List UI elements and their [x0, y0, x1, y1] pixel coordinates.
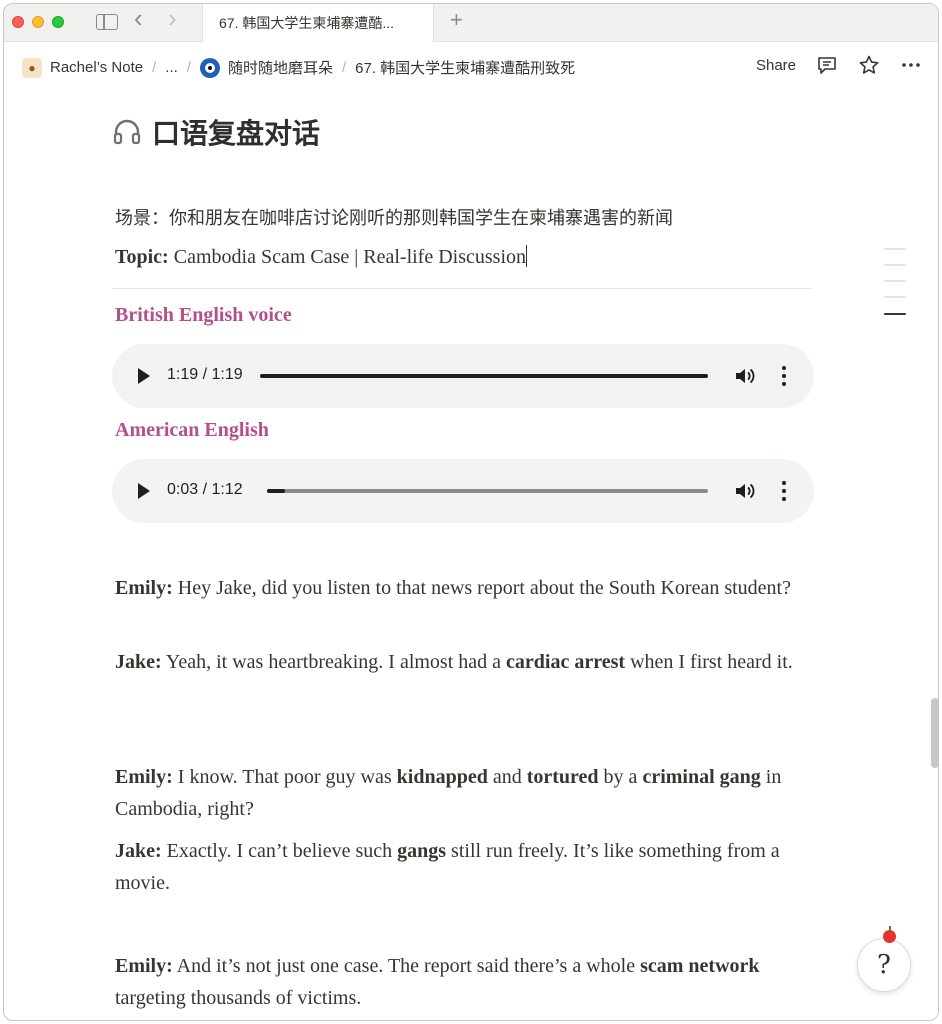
breadcrumb-label: Rachel’s Note: [50, 59, 144, 76]
american-voice-heading[interactable]: American English: [115, 419, 269, 442]
audio-progress-track[interactable]: [267, 489, 708, 493]
topic-text: Cambodia Scam Case | Real-life Discussio…: [168, 246, 526, 268]
page-title[interactable]: 口语复盘对话: [112, 112, 320, 152]
vocab-keyword: tortured: [526, 766, 599, 788]
volume-icon[interactable]: [734, 481, 758, 501]
breadcrumb-label: 随时随地磨耳朵: [227, 60, 333, 77]
speaker-name: Jake:: [115, 651, 162, 673]
vocab-keyword: criminal gang: [642, 766, 761, 788]
breadcrumb-item-current-page[interactable]: 67. 韩国大学生柬埔寨遭酷刑致死: [351, 57, 579, 78]
dialogue-text: Exactly. I can’t believe such: [161, 840, 398, 862]
toc-marker[interactable]: [884, 264, 906, 266]
british-voice-heading[interactable]: British English voice: [115, 304, 292, 327]
new-tab-plus-icon[interactable]: +: [450, 9, 463, 31]
breadcrumb-bar: ● Rachel’s Note / ... / 随时随地磨耳朵 / 67. 韩国…: [4, 42, 938, 92]
minimize-window-button[interactable]: [32, 16, 44, 28]
vocab-keyword: kidnapped: [396, 766, 488, 788]
toc-marker[interactable]: [884, 280, 906, 282]
workspace-avatar-icon: ●: [22, 57, 42, 78]
breadcrumb-item-listening[interactable]: 随时随地磨耳朵: [196, 57, 337, 78]
speaker-name: Emily:: [115, 577, 173, 599]
dialogue-text: And it’s not just one case. The report s…: [172, 955, 641, 977]
evil-eye-icon: [199, 57, 220, 78]
tab-bar: ‹ › 67. 韩国大学生柬埔寨遭酷... +: [4, 4, 938, 42]
scrollbar-thumb[interactable]: [931, 698, 938, 768]
page-actions: Share: [756, 54, 922, 76]
dialogue-line[interactable]: Emily: Hey Jake, did you listen to that …: [115, 572, 795, 604]
share-button[interactable]: Share: [756, 57, 796, 74]
comment-icon[interactable]: [816, 54, 838, 76]
audio-progress-fill: [267, 489, 285, 493]
help-button[interactable]: ?: [857, 938, 911, 992]
page-title-text: 口语复盘对话: [152, 117, 321, 150]
speaker-name: Emily:: [115, 955, 173, 977]
breadcrumb-separator: /: [341, 59, 347, 76]
vocab-keyword: cardiac arrest: [506, 651, 626, 673]
toc-marker-active[interactable]: [884, 313, 906, 315]
back-arrow-icon[interactable]: ‹: [134, 5, 143, 31]
audio-time: 1:19 / 1:19: [167, 366, 243, 383]
vocab-keyword: gangs: [397, 840, 447, 862]
audio-player-american[interactable]: 0:03 / 1:12: [112, 459, 814, 523]
speaker-name: Jake:: [115, 840, 162, 862]
sidebar-toggle-icon[interactable]: [96, 14, 118, 30]
volume-icon[interactable]: [734, 366, 758, 386]
star-icon[interactable]: [858, 54, 880, 76]
help-button-label: ?: [877, 950, 891, 980]
dialogue-text: targeting thousands of victims.: [115, 987, 362, 1009]
dialogue-line[interactable]: Emily: And it’s not just one case. The r…: [115, 950, 795, 1014]
dialogue-line[interactable]: Jake: Yeah, it was heartbreaking. I almo…: [115, 646, 795, 678]
toc-marker[interactable]: [884, 296, 906, 298]
close-window-button[interactable]: [12, 16, 24, 28]
dialogue-text: I know. That poor guy was: [172, 766, 397, 788]
toc-marker[interactable]: [884, 248, 906, 250]
audio-player-british[interactable]: 1:19 / 1:19: [112, 344, 814, 408]
dialogue-text: by a: [598, 766, 643, 788]
dialogue-line[interactable]: Jake: Exactly. I can’t believe such gang…: [115, 835, 795, 899]
breadcrumb: ● Rachel’s Note / ... / 随时随地磨耳朵 / 67. 韩国…: [18, 57, 579, 78]
play-icon[interactable]: [138, 483, 150, 499]
breadcrumb-separator: /: [152, 59, 157, 76]
dialogue-text: Hey Jake, did you listen to that news re…: [172, 577, 791, 599]
player-more-icon[interactable]: [781, 364, 787, 388]
audio-progress-fill: [260, 374, 708, 378]
breadcrumb-label: 67. 韩国大学生柬埔寨遭酷刑致死: [355, 60, 576, 77]
player-more-icon[interactable]: [781, 479, 787, 503]
speaker-name: Emily:: [115, 766, 173, 788]
zoom-window-button[interactable]: [52, 16, 64, 28]
breadcrumb-item-rachels-note[interactable]: ● Rachel’s Note: [18, 57, 147, 78]
dialogue-text: Yeah, it was heartbreaking. I almost had…: [161, 651, 507, 673]
breadcrumb-item-ellipsis[interactable]: ...: [161, 59, 182, 76]
breadcrumb-separator: /: [186, 59, 191, 76]
vocab-keyword: scam network: [640, 955, 760, 977]
more-options-icon[interactable]: [900, 54, 922, 76]
browser-window: ‹ › 67. 韩国大学生柬埔寨遭酷... + ● Rachel’s Note …: [3, 3, 939, 1021]
tab-title: 67. 韩国大学生柬埔寨遭酷...: [219, 15, 395, 31]
dialogue-line[interactable]: Emily: I know. That poor guy was kidnapp…: [115, 761, 795, 825]
play-icon[interactable]: [138, 368, 150, 384]
breadcrumb-label: ...: [165, 59, 178, 76]
audio-progress-track[interactable]: [260, 374, 708, 378]
text-cursor: [526, 245, 527, 267]
dialogue-text: when I first heard it.: [625, 651, 793, 673]
forward-arrow-icon[interactable]: ›: [168, 5, 177, 31]
tab-active[interactable]: 67. 韩国大学生柬埔寨遭酷...: [202, 4, 434, 42]
audio-time: 0:03 / 1:12: [167, 481, 243, 498]
dialogue-text: and: [487, 766, 527, 788]
topic-line[interactable]: Topic: Cambodia Scam Case | Real-life Di…: [115, 245, 527, 269]
divider: [112, 288, 812, 289]
headphone-icon: [112, 117, 142, 147]
topic-label: Topic:: [115, 246, 169, 268]
apple-badge-icon: [883, 926, 896, 943]
scene-text[interactable]: 场景：你和朋友在咖啡店讨论刚听的那则韩国学生在柬埔寨遇害的新闻: [115, 204, 673, 230]
